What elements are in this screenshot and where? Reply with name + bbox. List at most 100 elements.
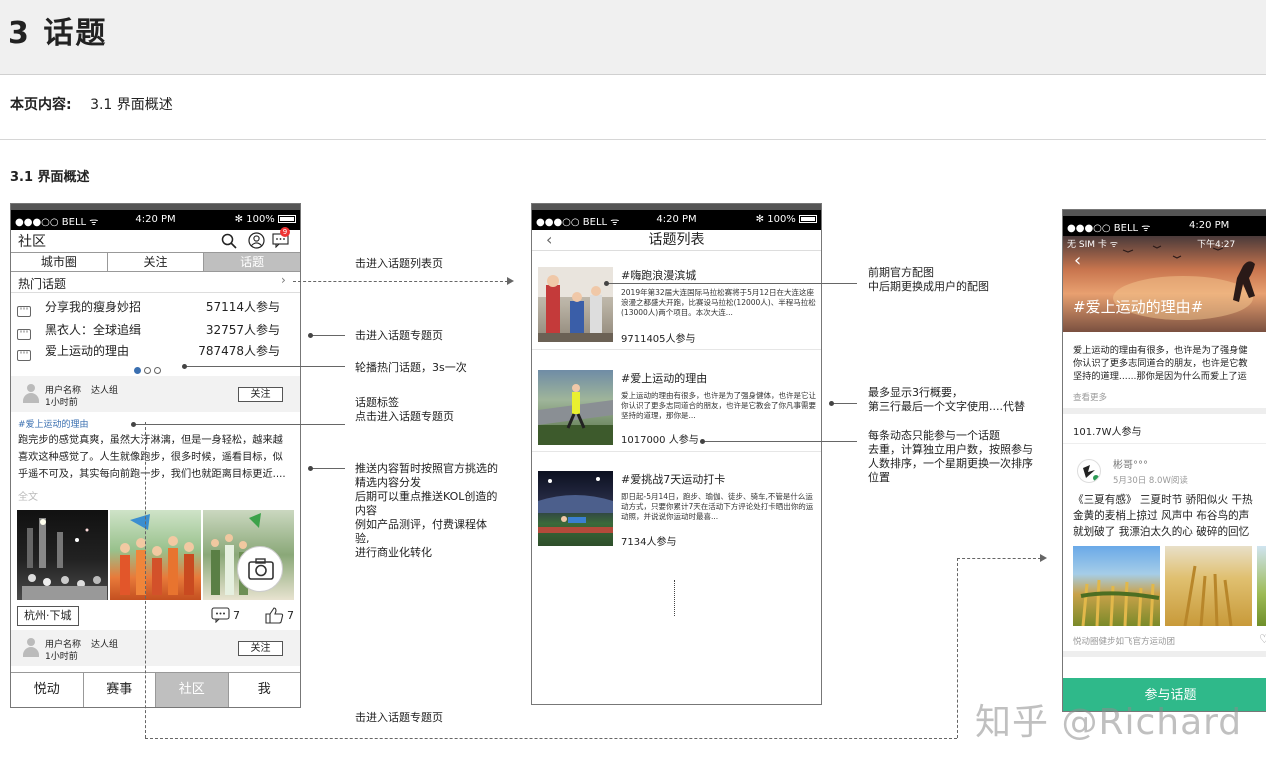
- avatar[interactable]: [1077, 459, 1101, 483]
- annotation-summary-rule: 最多显示3行概要， 第三行最后一个文字使用....代替: [868, 386, 1025, 414]
- phone-topic-detail: ●●●○○ BELL ᯤ 4:20 PM 无 SIM 卡 ᯤ 下午4:27 ‹ …: [1062, 209, 1266, 712]
- topic-bubble-icon: °°°: [17, 329, 31, 340]
- annotation-line: 后期可以重点推送KOL创造的: [355, 490, 498, 503]
- hot-topic-name: 爱上运动的理由: [45, 344, 130, 358]
- topic-tag[interactable]: #爱上运动的理由: [18, 417, 89, 430]
- back-arrow-icon[interactable]: ‹: [1074, 250, 1081, 271]
- connector-dashed: [957, 558, 958, 738]
- divider: [11, 292, 300, 293]
- post-photo[interactable]: [1165, 546, 1252, 626]
- annotation-line: 每条动态只能参与一个话题: [868, 429, 1000, 442]
- topic-bubble-icon: °°°: [17, 350, 31, 361]
- status-bar: ●●●○○ BELL ᯤ 4:20 PM ✻ 100%: [11, 210, 300, 230]
- topic-bubble-icon: °°°: [17, 306, 31, 317]
- annotation-line: 精选内容分发: [355, 476, 421, 489]
- connector-line: [311, 335, 345, 336]
- chevron-right-icon[interactable]: ›: [281, 273, 286, 287]
- post-text-line: 《三夏有感》 三夏时节 骄阳似火 干热: [1073, 494, 1253, 506]
- hot-topics-header[interactable]: 热门话题: [18, 275, 66, 292]
- hot-topic-count: 57114人参与: [205, 300, 280, 314]
- app-header: 社区 9: [11, 227, 300, 252]
- phone-community: ●●●○○ BELL ᯤ 4:20 PM ✻ 100% 社区 9 城市圈 关注 …: [10, 203, 301, 708]
- topic-count: 9711405人参与: [621, 334, 696, 345]
- post-photo[interactable]: [1257, 546, 1266, 626]
- post-photo[interactable]: [110, 510, 201, 600]
- annotation-line: 位置: [868, 471, 890, 484]
- search-icon[interactable]: [221, 233, 237, 249]
- connector-line: [134, 424, 345, 425]
- annotation-topic-list: 击进入话题列表页: [355, 257, 443, 270]
- time-text: 4:20 PM: [1189, 220, 1230, 231]
- follow-button[interactable]: 关注: [238, 641, 283, 656]
- topic-title: #爱上运动的理由: [621, 372, 708, 385]
- sunset-runner-image: [1113, 245, 1255, 320]
- annotation-line: 内容: [355, 504, 377, 517]
- tab-following[interactable]: 关注: [108, 253, 205, 271]
- hot-topic-item[interactable]: °°° 分享我的瘦身妙招 57114人参与: [17, 298, 294, 318]
- nav-community[interactable]: 社区: [156, 673, 229, 707]
- follow-button[interactable]: 关注: [238, 387, 283, 402]
- full-text-link[interactable]: 全文: [18, 488, 38, 503]
- annotation-line: 话题标签: [355, 396, 399, 409]
- post-photo[interactable]: [17, 510, 108, 600]
- camera-icon: [248, 558, 274, 580]
- see-more-link[interactable]: 查看更多: [1073, 391, 1107, 403]
- more-indicator: [674, 580, 675, 616]
- poster-meta: 5月30日 8.0W阅读: [1113, 476, 1188, 486]
- topic-thumbnail: [538, 370, 613, 445]
- annotation-push-content: 推送内容暂时按照官方挑选的 精选内容分发 后期可以重点推送KOL创造的 内容 例…: [355, 462, 498, 560]
- hot-topic-item[interactable]: °°° 爱上运动的理由 787478人参与: [17, 342, 294, 362]
- avatar[interactable]: [21, 637, 41, 657]
- carousel-dots[interactable]: [134, 363, 161, 377]
- like-icon[interactable]: ♡: [1259, 632, 1266, 646]
- connector-dashed: [293, 281, 508, 282]
- nav-yuedong[interactable]: 悦动: [11, 673, 84, 707]
- post-user-row: 用户名称 达人组 1小时前 关注: [11, 376, 300, 412]
- header-title: 社区: [18, 234, 46, 250]
- annotation-line: 点击进入话题专题页: [355, 410, 454, 423]
- page-header-title: 话题列表: [648, 232, 705, 248]
- toc-link[interactable]: 3.1 界面概述: [90, 97, 173, 113]
- connector-dot: [604, 281, 609, 286]
- topic-title: #爱挑战7天运动打卡: [621, 473, 726, 486]
- connector-line: [832, 403, 857, 404]
- poster-name: 彬哥°°°: [1113, 460, 1148, 471]
- proposal-photo: [538, 267, 613, 342]
- avatar[interactable]: [21, 383, 41, 403]
- inner-status-carrier: 无 SIM 卡 ᯤ: [1067, 240, 1118, 250]
- post-time: 1小时前: [45, 652, 78, 662]
- battery-text: ✻ 100%: [756, 214, 817, 225]
- camera-button[interactable]: [237, 546, 283, 592]
- community-tabs: 城市圈 关注 话题: [11, 252, 300, 272]
- location-tag[interactable]: 杭州·下城: [17, 606, 79, 626]
- connector-dashed: [145, 422, 146, 738]
- annotation-bottom-link: 击进入话题专题页: [355, 711, 443, 724]
- annotation-line: 人数排序，一个星期更换一次排序: [868, 457, 1033, 470]
- nav-me[interactable]: 我: [229, 673, 301, 707]
- topic-summary: 爱上运动的理由有很多，也许是为了强身健 你认识了更多志同道合的朋友，也许是它教 …: [1073, 344, 1248, 383]
- connector-dot: [182, 364, 187, 369]
- tab-topics[interactable]: 话题: [204, 253, 300, 271]
- user-group: 达人组: [91, 640, 119, 650]
- like-icon[interactable]: [264, 606, 284, 624]
- tab-city-circle[interactable]: 城市圈: [11, 253, 108, 271]
- user-icon[interactable]: [248, 232, 265, 249]
- post-text-line: 跑完步的感觉真爽，虽然大汗淋漓，但是一身轻松，越来越: [18, 435, 283, 446]
- post-text-line: 乎遥不可及，其实每向前跑一步，我们也就距离目标更近....: [18, 469, 286, 480]
- divider: [1063, 408, 1266, 414]
- topic-count: 7134人参与: [621, 537, 677, 548]
- comment-icon[interactable]: [211, 607, 231, 623]
- dot: [144, 367, 151, 374]
- battery-icon: [799, 215, 817, 223]
- connector-line: [185, 366, 345, 367]
- hot-topic-count: 787478人参与: [198, 344, 280, 358]
- connector-line: [703, 441, 857, 442]
- summary-line: 坚持的道理......那你是因为什么而爱上了运: [1073, 371, 1247, 382]
- post-photo[interactable]: [1073, 546, 1160, 626]
- bottom-nav: 悦动 赛事 社区 我: [11, 672, 300, 707]
- connector-dot: [700, 439, 705, 444]
- topic-description: 2019年第32届大连国际马拉松赛将于5月12日在大连这座浪漫之都盛大开跑，比赛…: [621, 288, 816, 317]
- hot-topic-item[interactable]: °°° 黑衣人：全球追缉 32757人参与: [17, 321, 294, 341]
- annotation-line: 最多显示3行概要，: [868, 386, 963, 399]
- carrier-text: ●●●○○ BELL ᯤ: [1067, 223, 1151, 234]
